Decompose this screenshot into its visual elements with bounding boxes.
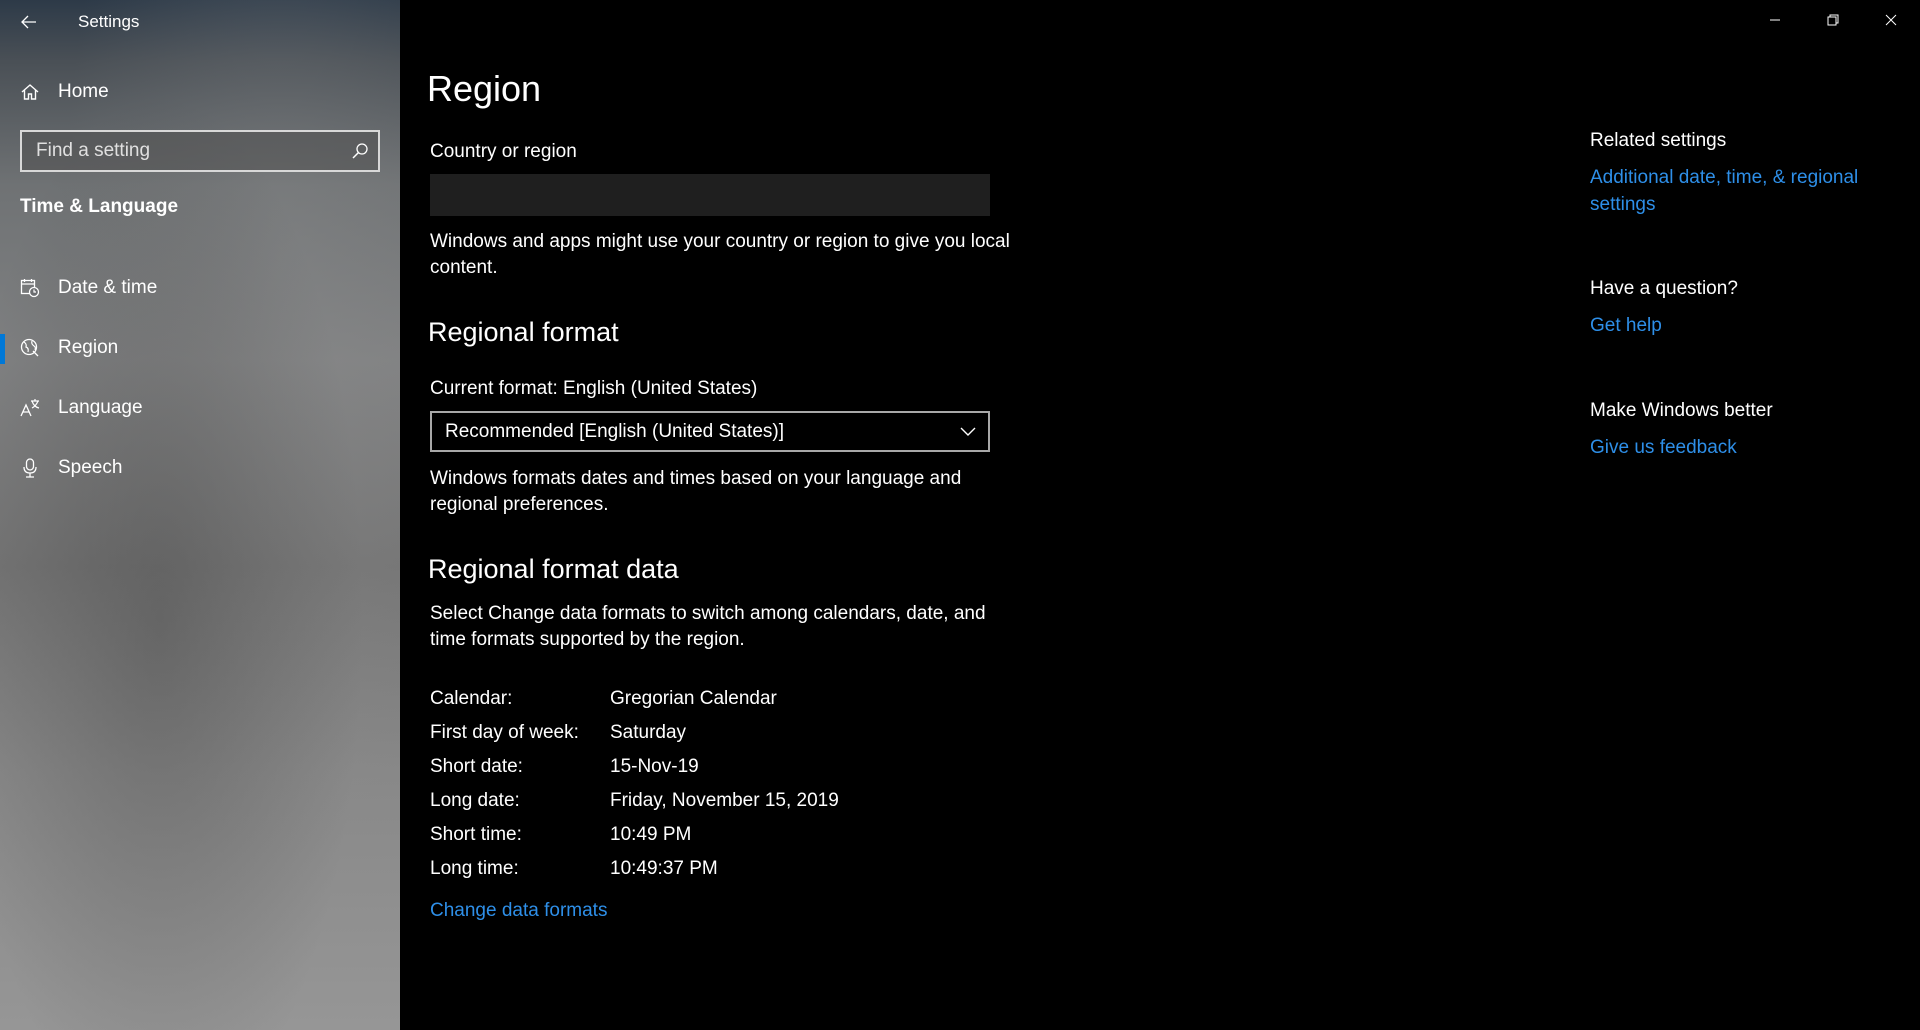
question-heading: Have a question? — [1590, 278, 1738, 299]
microphone-icon — [20, 458, 40, 478]
sidebar-item-date-time[interactable]: Date & time — [0, 258, 400, 318]
regional-format-dropdown[interactable]: Recommended [English (United States)] — [430, 411, 990, 452]
data-row: First day of week: Saturday — [430, 716, 839, 750]
data-key: Long date: — [430, 790, 520, 811]
data-key: First day of week: — [430, 722, 579, 743]
data-value: 15-Nov-19 — [610, 756, 699, 777]
sidebar: Settings Home Time & Language — [0, 0, 400, 1030]
search-icon[interactable] — [342, 132, 378, 170]
home-label: Home — [58, 81, 109, 102]
get-help-link[interactable]: Get help — [1590, 312, 1662, 339]
sidebar-item-label: Region — [58, 337, 119, 358]
data-row: Long date: Friday, November 15, 2019 — [430, 784, 839, 818]
additional-settings-link[interactable]: Additional date, time, & regional settin… — [1590, 164, 1890, 218]
sidebar-item-label: Language — [58, 397, 143, 418]
calendar-clock-icon — [20, 278, 40, 298]
sidebar-item-speech[interactable]: Speech — [0, 438, 400, 498]
feedback-link[interactable]: Give us feedback — [1590, 434, 1737, 461]
change-data-formats-link[interactable]: Change data formats — [430, 900, 607, 922]
regional-format-description: Windows formats dates and times based on… — [430, 468, 962, 515]
search-box — [20, 130, 380, 172]
globe-icon — [20, 338, 40, 358]
country-label: Country or region — [430, 141, 577, 162]
data-value: 10:49:37 PM — [610, 858, 718, 879]
sidebar-item-language[interactable]: Language — [0, 378, 400, 438]
format-data-heading: Regional format data — [428, 554, 679, 584]
restore-button[interactable] — [1804, 0, 1862, 40]
data-value: Saturday — [610, 722, 687, 743]
country-description: Windows and apps might use your country … — [430, 231, 1010, 278]
app-title: Settings — [78, 12, 140, 31]
dropdown-value: Recommended [English (United States)] — [445, 420, 784, 442]
sidebar-item-label: Speech — [58, 457, 123, 478]
related-settings-heading: Related settings — [1590, 130, 1727, 151]
sidebar-item-label: Date & time — [58, 277, 158, 298]
data-row: Short time: 10:49 PM — [430, 818, 839, 852]
close-button[interactable] — [1862, 0, 1920, 40]
chevron-down-icon — [960, 427, 976, 436]
page-title: Region — [427, 68, 542, 109]
search-input[interactable] — [22, 132, 342, 170]
current-format-label: Current format: English (United States) — [430, 378, 758, 399]
close-icon — [1885, 14, 1897, 26]
data-value: Friday, November 15, 2019 — [610, 790, 839, 811]
make-windows-better-heading: Make Windows better — [1590, 400, 1773, 421]
data-key: Long time: — [430, 858, 519, 879]
data-value: Gregorian Calendar — [610, 688, 777, 709]
data-key: Calendar: — [430, 688, 513, 709]
language-icon — [20, 398, 40, 418]
section-title: Time & Language — [20, 196, 179, 217]
settings-window: Settings Home Time & Language — [0, 0, 1920, 1030]
home-icon — [20, 82, 40, 102]
title-bar: Settings — [0, 0, 400, 44]
data-value: 10:49 PM — [610, 824, 692, 845]
data-row: Calendar: Gregorian Calendar — [430, 682, 839, 716]
minimize-button[interactable] — [1746, 0, 1804, 40]
format-data-description: Select Change data formats to switch amo… — [430, 603, 986, 650]
regional-format-heading: Regional format — [428, 317, 619, 347]
window-controls — [1746, 0, 1920, 40]
minimize-icon — [1770, 19, 1780, 21]
data-row: Long time: 10:49:37 PM — [430, 852, 839, 886]
data-key: Short time: — [430, 824, 522, 845]
nav-list: Date & time Region Language Speech — [0, 258, 400, 498]
back-button[interactable] — [0, 0, 58, 44]
main-content: Region Country or region Windows and app… — [400, 0, 1920, 1030]
restore-icon — [1827, 14, 1839, 26]
back-arrow-icon — [21, 15, 36, 29]
nav-home[interactable]: Home — [0, 70, 400, 114]
country-select[interactable] — [430, 174, 990, 216]
sidebar-item-region[interactable]: Region — [0, 318, 400, 378]
data-key: Short date: — [430, 756, 523, 777]
data-row: Short date: 15-Nov-19 — [430, 750, 839, 784]
format-data-table: Calendar: Gregorian Calendar First day o… — [430, 682, 839, 886]
